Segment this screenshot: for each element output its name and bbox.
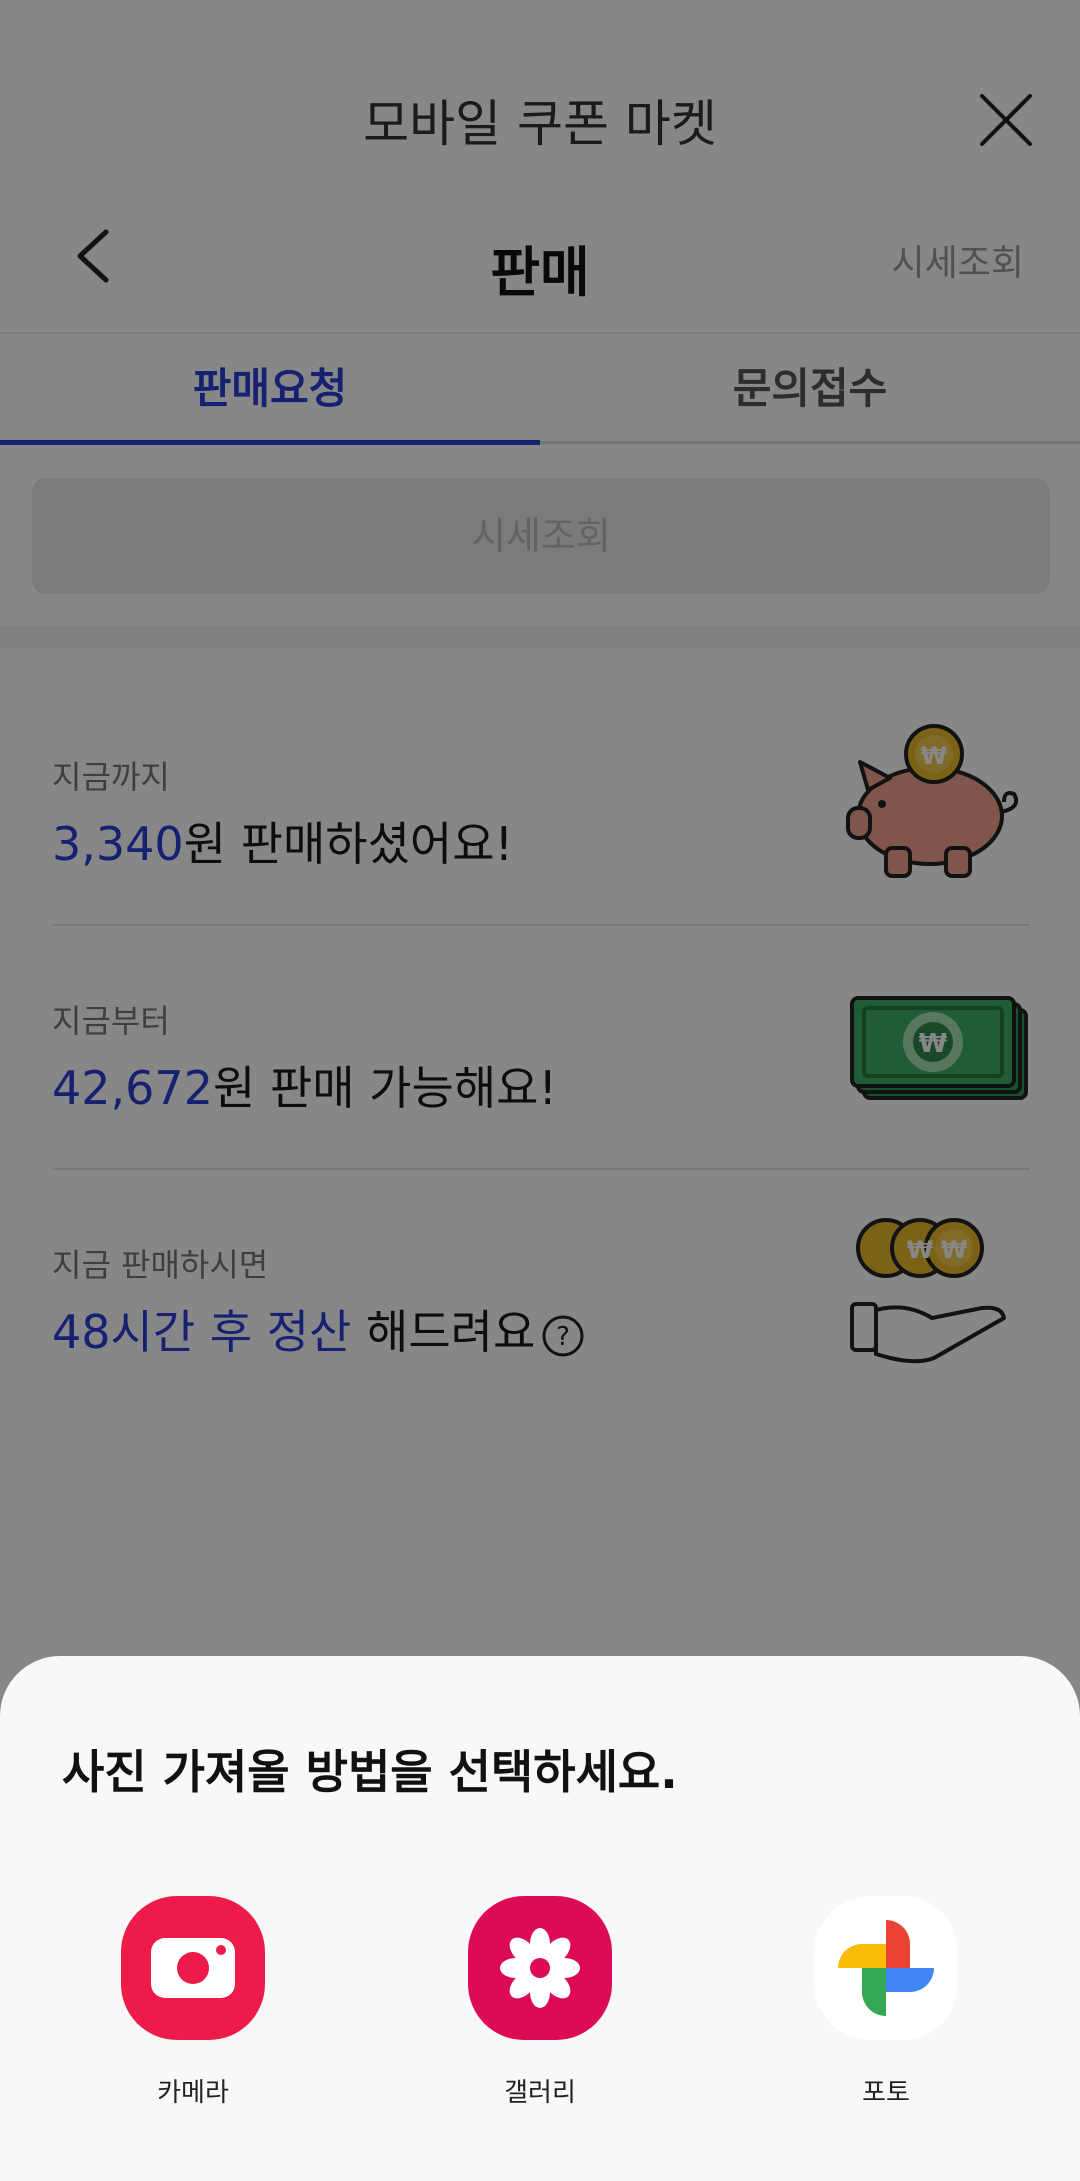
photo-source-sheet: 사진 가져올 방법을 선택하세요. 카메라 갤러리 포토 (0, 1656, 1080, 2181)
camera-app-icon (121, 1896, 265, 2040)
page: 모바일 쿠폰 마켓 판매 시세조회 판매요청 문의접수 시세조회 지금까지 3,… (0, 0, 1080, 2181)
photos-option[interactable]: 포토 (786, 1896, 986, 2126)
app-label: 갤러리 (504, 2078, 576, 2108)
google-photos-icon (814, 1896, 958, 2040)
app-label: 포토 (862, 2078, 910, 2108)
camera-option[interactable]: 카메라 (93, 1896, 293, 2126)
gallery-option[interactable]: 갤러리 (440, 1896, 640, 2126)
sheet-title: 사진 가져올 방법을 선택하세요. (62, 1745, 678, 1799)
app-label: 카메라 (157, 2078, 229, 2108)
gallery-app-icon (468, 1896, 612, 2040)
